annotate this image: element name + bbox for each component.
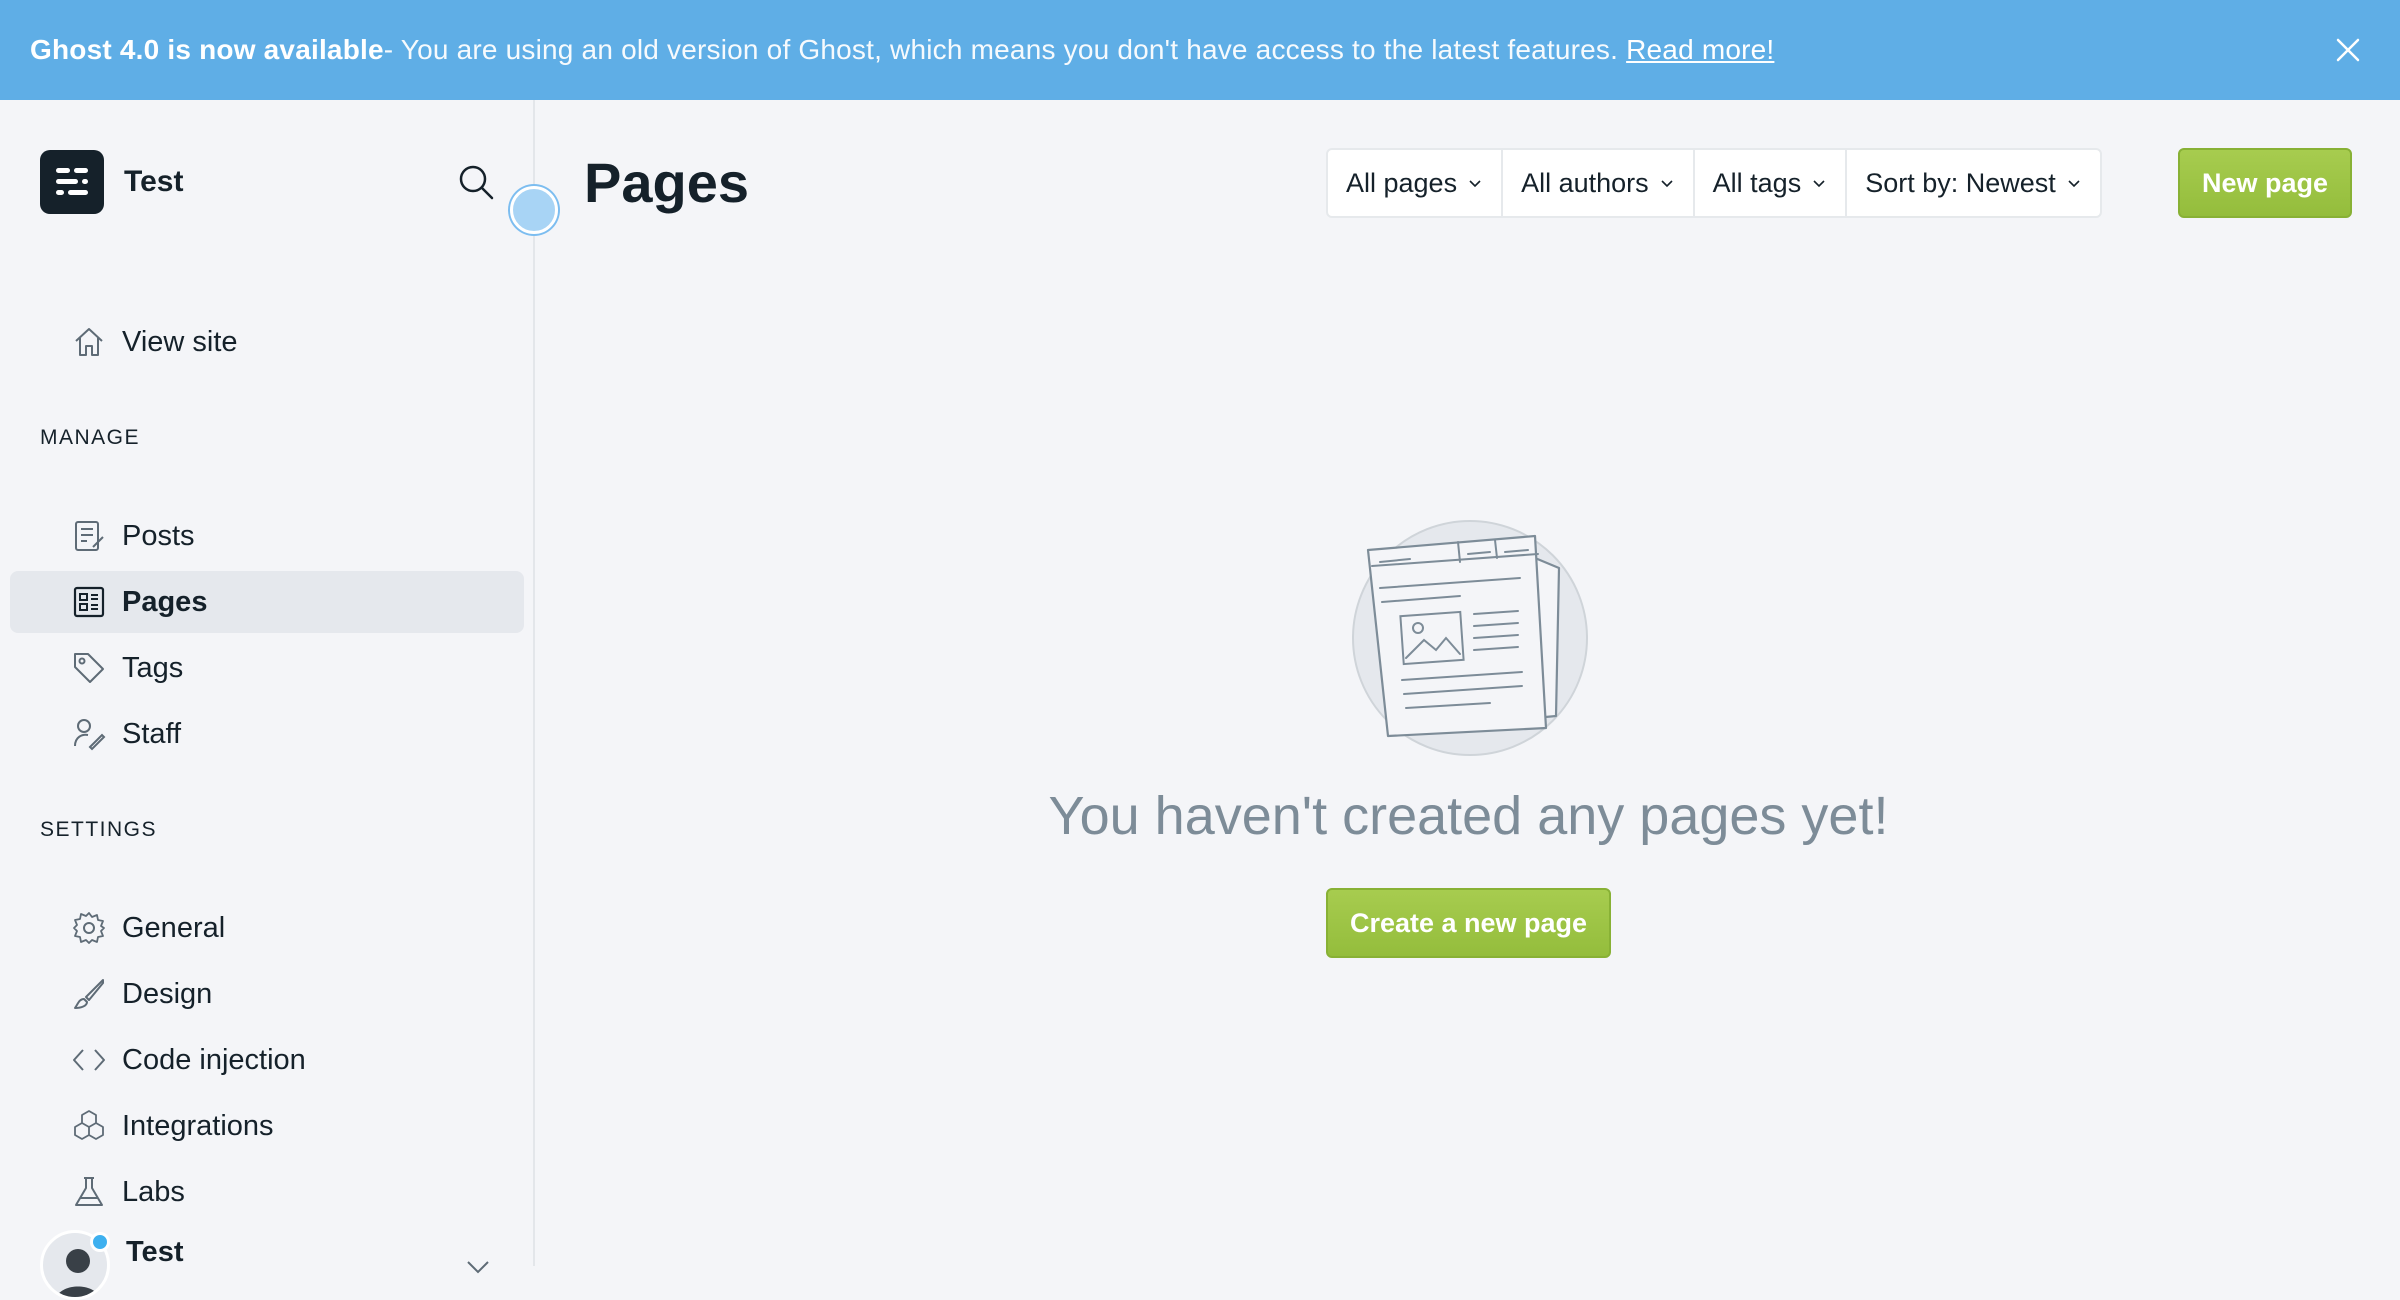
site-name: Test [124, 165, 184, 198]
filter-label: Sort by: Newest [1865, 167, 2056, 198]
brush-icon [72, 977, 106, 1011]
create-new-page-button[interactable]: Create a new page [1326, 888, 1611, 958]
pages-icon [72, 585, 106, 619]
chevron-down-icon[interactable] [462, 1250, 494, 1282]
filter-label: All tags [1712, 167, 1802, 198]
filter-pages-dropdown[interactable]: All pages [1328, 150, 1504, 216]
sidebar-item-label: Staff [122, 717, 182, 750]
banner-read-more-link[interactable]: Read more! [1626, 34, 1774, 66]
status-badge [90, 1232, 110, 1252]
sidebar: Test View site MANAGE Posts Pages Tags S… [0, 100, 535, 1300]
empty-state-message: You haven't created any pages yet! [1048, 786, 1889, 846]
manage-section-title: MANAGE [40, 426, 141, 449]
sidebar-item-general[interactable]: General [10, 897, 524, 959]
sidebar-item-label: Tags [122, 651, 184, 684]
staff-icon [72, 717, 106, 751]
sidebar-item-staff[interactable]: Staff [10, 703, 524, 765]
filter-tags-dropdown[interactable]: All tags [1695, 150, 1848, 216]
brand[interactable]: Test [40, 150, 183, 214]
search-icon[interactable] [456, 162, 496, 202]
sidebar-item-label: Design [122, 977, 213, 1010]
user-name: Test [126, 1236, 184, 1268]
sidebar-item-label: General [122, 911, 226, 944]
close-icon[interactable] [2332, 34, 2364, 66]
sidebar-item-design[interactable]: Design [10, 963, 524, 1025]
chevron-down-icon [1813, 180, 1825, 188]
filter-label: All authors [1521, 167, 1649, 198]
gear-icon [72, 911, 106, 945]
home-icon [72, 325, 106, 359]
settings-section-title: SETTINGS [40, 818, 158, 841]
sidebar-item-view-site[interactable]: View site [10, 311, 524, 373]
sidebar-item-label: Code injection [122, 1043, 306, 1076]
main-content: Pages All pages All authors All tags Sor… [537, 100, 2400, 1266]
chevron-down-icon [1661, 180, 1673, 188]
sidebar-item-label: Pages [122, 585, 208, 618]
upgrade-banner: Ghost 4.0 is now available - You are usi… [0, 0, 2400, 100]
filter-bar: All pages All authors All tags Sort by: … [1326, 148, 2102, 218]
tag-icon [72, 651, 106, 685]
page-title: Pages [584, 151, 749, 214]
sidebar-item-integrations[interactable]: Integrations [10, 1095, 524, 1157]
sidebar-item-label: View site [122, 325, 238, 358]
ghost-logo-icon [40, 150, 104, 214]
sort-dropdown[interactable]: Sort by: Newest [1847, 150, 2100, 216]
sidebar-item-tags[interactable]: Tags [10, 637, 524, 699]
banner-message: - You are using an old version of Ghost,… [383, 34, 1619, 65]
sidebar-item-code-injection[interactable]: Code injection [10, 1029, 524, 1091]
chevron-down-icon [1469, 180, 1481, 188]
posts-icon [72, 519, 106, 553]
cubes-icon [72, 1109, 106, 1143]
filter-authors-dropdown[interactable]: All authors [1503, 150, 1695, 216]
sidebar-item-labs[interactable]: Labs [10, 1161, 524, 1223]
sidebar-item-label: Posts [122, 519, 195, 552]
new-page-button[interactable]: New page [2178, 148, 2352, 218]
sidebar-item-label: Integrations [122, 1109, 274, 1142]
sidebar-item-pages[interactable]: Pages [10, 571, 524, 633]
empty-pages-illustration-icon [1350, 518, 1590, 758]
filter-label: All pages [1346, 167, 1458, 198]
sidebar-item-label: Labs [122, 1175, 185, 1208]
code-icon [72, 1043, 106, 1077]
chevron-down-icon [2068, 180, 2080, 188]
banner-headline: Ghost 4.0 is now available [30, 34, 384, 65]
flask-icon [72, 1175, 106, 1209]
sidebar-item-posts[interactable]: Posts [10, 505, 524, 567]
